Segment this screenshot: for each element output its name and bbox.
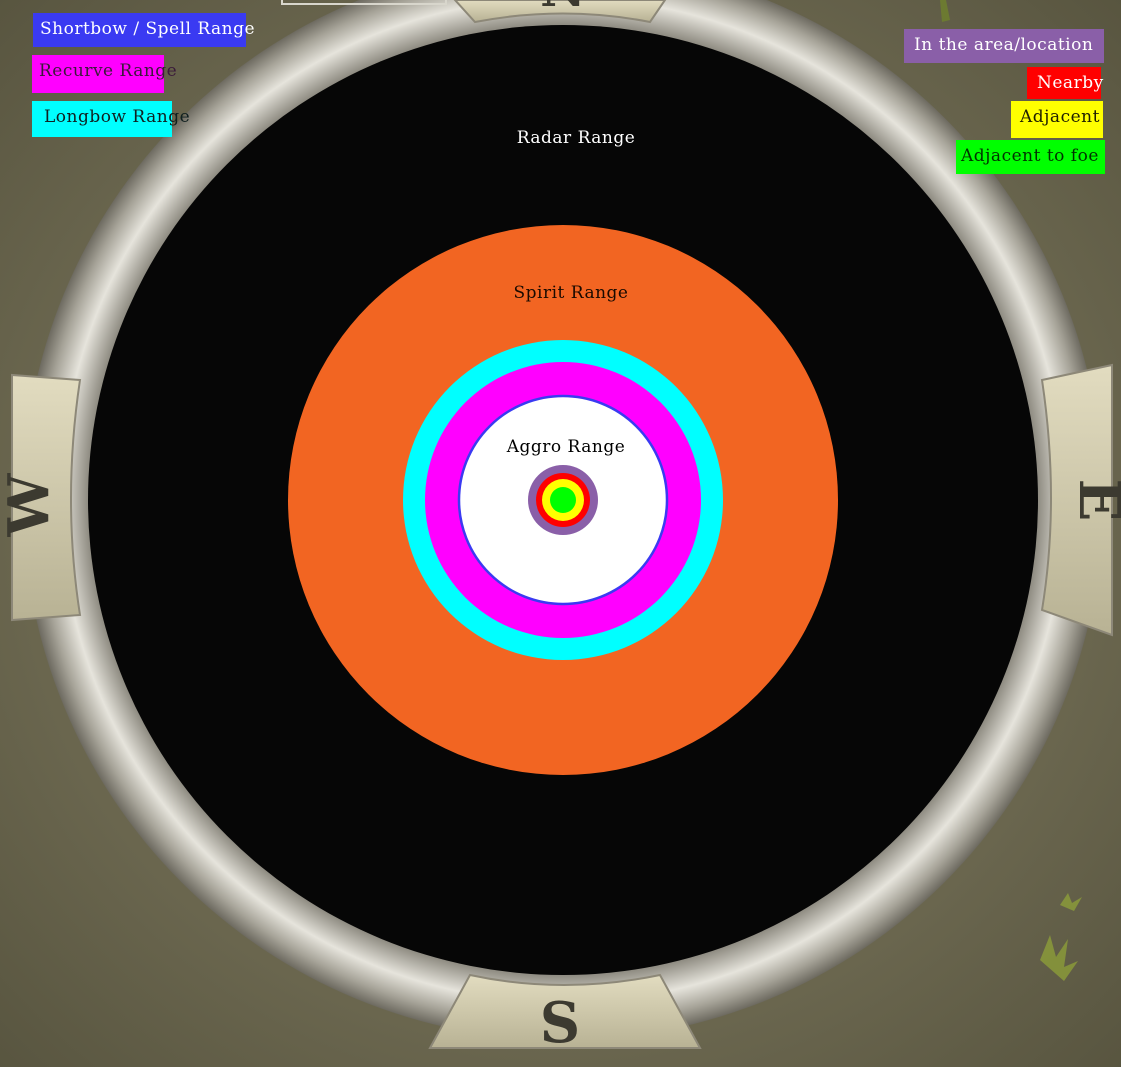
- east-tab: E: [1040, 363, 1121, 637]
- legend-shortbow-spell-range: Shortbow / Spell Range: [33, 13, 255, 47]
- aggro-range-label: Aggro Range: [506, 437, 626, 457]
- legend-nearby: Nearby: [1027, 67, 1103, 99]
- legend-recurve-range: Recurve Range: [32, 55, 177, 93]
- legend-longbow-range: Longbow Range: [32, 101, 190, 137]
- compass-radar-scene: N S E W: [0, 0, 1121, 1067]
- legend-in-the-area-location: In the area/location: [904, 29, 1104, 63]
- spirit-range-label: Spirit Range: [513, 283, 629, 303]
- north-letter: N: [540, 0, 586, 18]
- south-letter: S: [540, 990, 580, 1056]
- west-tab: W: [0, 373, 82, 622]
- west-letter: W: [0, 472, 62, 537]
- east-letter: E: [1066, 479, 1121, 522]
- adjacent-to-foe-ring: [550, 487, 576, 513]
- legend-adjacent-to-foe: Adjacent to foe: [956, 140, 1105, 174]
- south-tab: S: [428, 973, 702, 1056]
- radar-range-label: Radar Range: [516, 128, 636, 148]
- legend-adjacent: Adjacent: [1011, 101, 1103, 138]
